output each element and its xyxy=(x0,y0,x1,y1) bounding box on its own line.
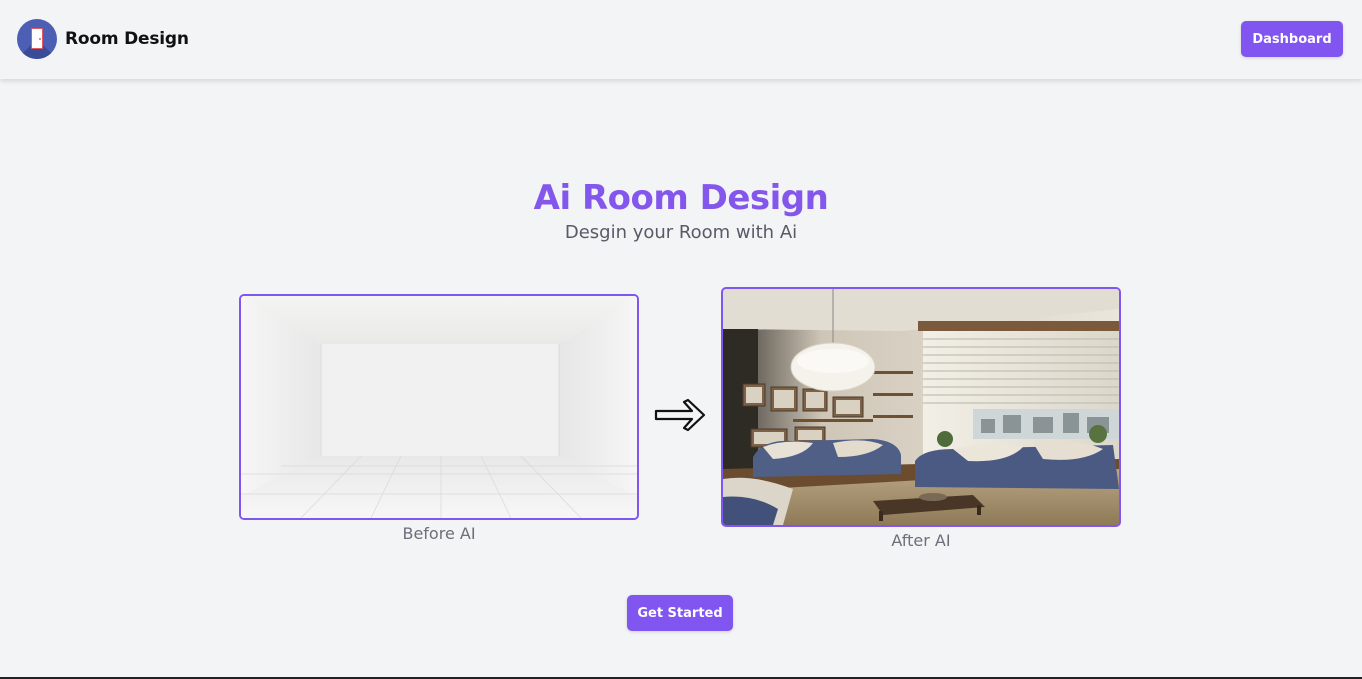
get-started-button[interactable]: Get Started xyxy=(627,595,733,631)
before-caption: Before AI xyxy=(402,524,476,543)
door-icon xyxy=(17,19,57,59)
brand-name: Room Design xyxy=(65,29,189,49)
after-image xyxy=(721,287,1121,527)
after-caption: After AI xyxy=(891,531,951,550)
top-navbar: Room Design Dashboard xyxy=(0,0,1362,79)
hero-subtitle: Desgin your Room with Ai xyxy=(564,222,798,243)
before-image xyxy=(239,294,639,520)
right-arrow-icon xyxy=(654,398,706,432)
dashboard-button[interactable]: Dashboard xyxy=(1241,21,1343,57)
hero-title: Ai Room Design xyxy=(533,178,829,218)
brand-link[interactable]: Room Design xyxy=(17,19,189,59)
